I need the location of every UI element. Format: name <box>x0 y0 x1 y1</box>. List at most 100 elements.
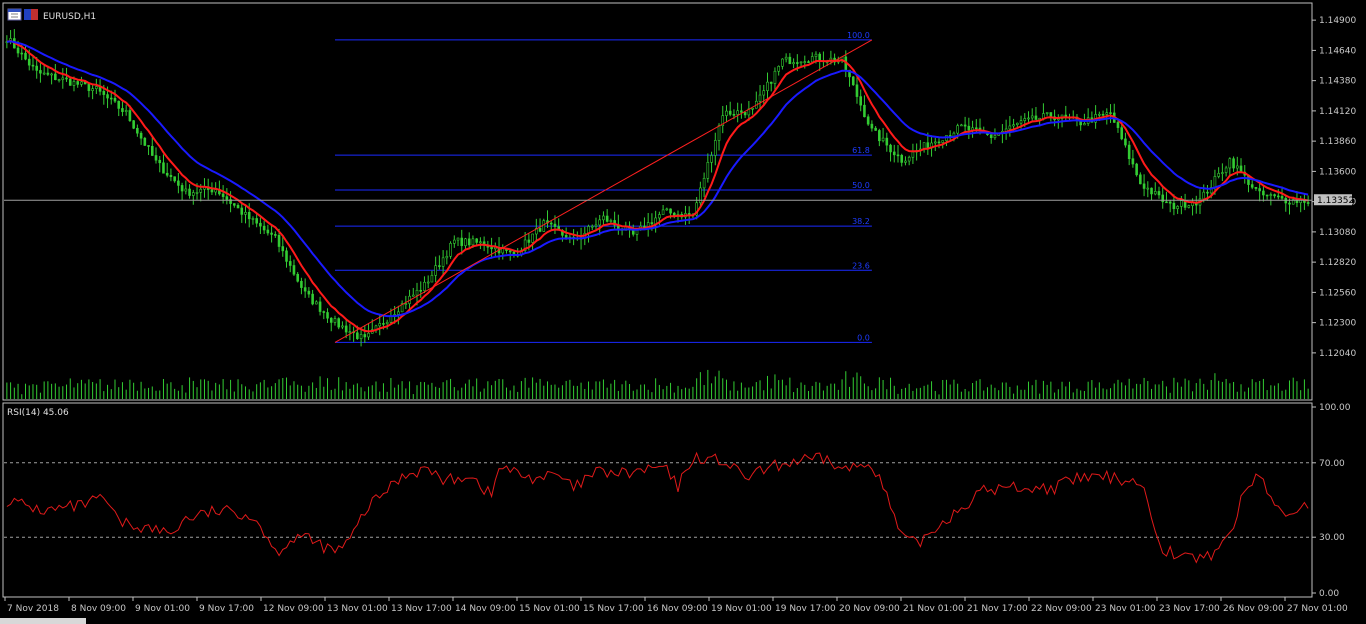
volume-bar <box>554 384 556 399</box>
candle-body <box>158 159 162 164</box>
candle-body <box>963 124 967 127</box>
candle-body <box>221 193 225 197</box>
moving-average-line[interactable] <box>6 40 1309 318</box>
volume-bar <box>442 382 444 399</box>
volume-bar <box>901 388 903 399</box>
volume-bar <box>1247 387 1249 399</box>
candle-body <box>50 73 53 76</box>
candle-body <box>1116 122 1120 128</box>
volume-bar <box>133 382 135 399</box>
candle-body <box>1165 201 1168 204</box>
volume-bar <box>394 387 396 399</box>
volume-bar <box>125 389 127 399</box>
time-tick-label: 16 Nov 09:00 <box>647 604 708 614</box>
chart-canvas[interactable]: 100.061.850.038.223.60.0 1.149001.146401… <box>0 0 1366 624</box>
candle-body <box>796 62 799 64</box>
volume-bar <box>923 385 925 399</box>
volume-bar <box>647 389 649 399</box>
candle-body <box>1157 191 1161 196</box>
volume-bar <box>670 382 672 399</box>
volume-bar <box>1173 377 1175 399</box>
candle-body <box>154 155 158 161</box>
candle-body <box>180 185 184 192</box>
volume-bar <box>904 387 906 399</box>
candle-body <box>784 56 788 60</box>
volume-bar <box>453 387 455 399</box>
volume-bar <box>73 387 75 399</box>
volume-bar <box>95 383 97 399</box>
candle-body <box>956 125 959 134</box>
volume-bar <box>919 387 921 399</box>
candle-body <box>810 56 814 63</box>
volume-bar <box>968 391 970 399</box>
volume-bar <box>189 377 191 399</box>
volume-bar <box>1259 380 1261 399</box>
volume-bar <box>472 386 474 399</box>
candle-body <box>1109 112 1112 114</box>
volume-bar <box>379 391 381 399</box>
candle-body <box>210 189 214 193</box>
candle-body <box>106 94 109 99</box>
volume-bar <box>338 377 340 399</box>
rsi-line[interactable] <box>6 451 1309 564</box>
time-tick-label: 22 Nov 09:00 <box>1031 604 1092 614</box>
volume-bar <box>1083 390 1085 399</box>
candle-body <box>1008 125 1012 130</box>
candle-body <box>121 108 124 112</box>
volume-bar <box>446 380 448 399</box>
candle-body <box>1168 201 1172 204</box>
fibonacci-retracement[interactable]: 100.0 61.8 50.0 38.2 23.6 0.0 <box>334 31 872 343</box>
volume-bar <box>1300 390 1302 399</box>
rsi-panel-frame <box>2 402 1313 598</box>
moving-average-line[interactable] <box>6 39 1309 333</box>
volume-bar <box>778 380 780 399</box>
volume-bar <box>427 384 429 399</box>
candle-body <box>728 110 732 115</box>
candle-body <box>303 287 307 292</box>
volume-bar <box>781 379 783 399</box>
candle-body <box>1269 194 1273 196</box>
volume-bar <box>666 385 668 399</box>
volume-bar <box>1199 378 1201 399</box>
candle-body <box>54 73 57 80</box>
candle-body <box>46 72 50 75</box>
volume-bar <box>1266 390 1268 399</box>
candle-body <box>1083 123 1086 126</box>
candle-body <box>1016 122 1019 125</box>
volume-bar <box>1136 383 1138 399</box>
volume-bar <box>841 379 843 399</box>
volume-bar <box>599 381 601 399</box>
volume-bar <box>845 371 847 399</box>
candle-body <box>814 53 818 57</box>
volume-bar <box>21 394 23 399</box>
volume-bar <box>420 381 422 399</box>
volume-bar <box>629 384 631 399</box>
volume-bar <box>513 385 515 399</box>
trend-line[interactable] <box>334 39 873 343</box>
volume-bar <box>423 382 425 399</box>
moving-averages[interactable] <box>6 39 1309 333</box>
candle-body <box>1153 191 1157 195</box>
volume-bar <box>203 379 205 399</box>
time-axis[interactable]: 7 Nov 2018 8 Nov 09:00 9 Nov 01:00 9 Nov 17… <box>4 597 1348 614</box>
volume-bar <box>32 384 34 399</box>
volume-bar <box>658 384 660 399</box>
price-axis[interactable]: 1.14900 1.14640 1.14380 1.14120 1.13860 1.136… <box>1312 16 1356 359</box>
candle-body <box>602 215 605 221</box>
rsi-axis[interactable]: 100.00 70.00 30.00 0.00 <box>1312 403 1351 599</box>
volume-bar <box>390 377 392 399</box>
candle-body <box>136 127 139 134</box>
candle-body <box>262 225 266 231</box>
chart-window-icon[interactable] <box>7 8 22 21</box>
volume-bar <box>151 386 153 399</box>
volume-bar <box>244 386 246 399</box>
volume-bar <box>308 385 310 399</box>
candle-body <box>244 211 247 215</box>
volume-bar <box>1121 382 1123 399</box>
volume-bar <box>207 380 209 399</box>
volume-bar <box>43 381 45 399</box>
volume-bar <box>155 390 157 399</box>
volume-bar <box>170 382 172 399</box>
volume-bar <box>66 384 68 399</box>
volume-bar <box>744 387 746 399</box>
